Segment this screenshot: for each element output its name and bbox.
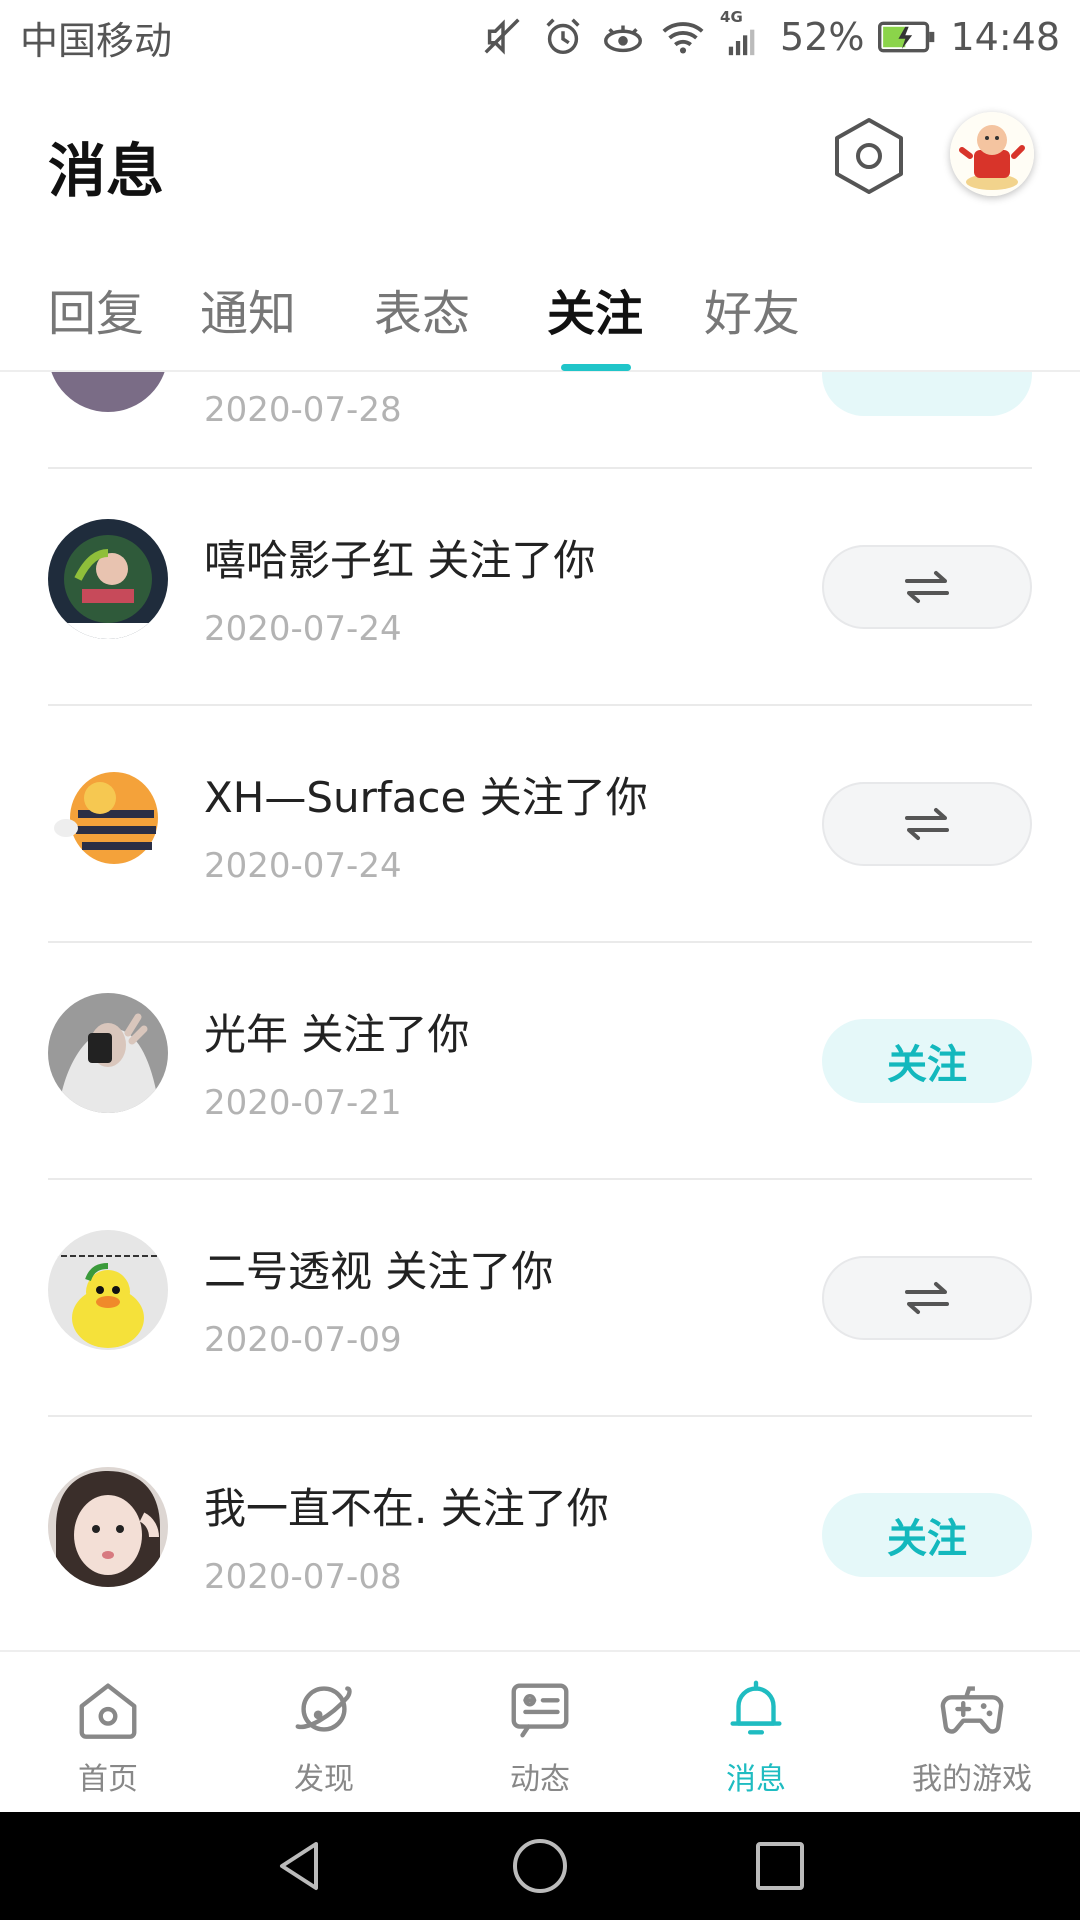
home-circle-icon[interactable] <box>508 1834 572 1898</box>
follow-list[interactable]: 2020-07-28 嘻哈影子红 关注了你 2020-07-24 XH—Surf… <box>0 372 1080 1650</box>
follow-button[interactable]: 关注 <box>822 1019 1032 1103</box>
tab-replies[interactable]: 回复 <box>48 274 144 344</box>
avatar[interactable] <box>48 372 168 412</box>
nav-messages[interactable]: 消息 <box>676 1674 836 1798</box>
item-date: 2020-07-09 <box>204 1320 402 1360</box>
list-item[interactable]: XH—Surface 关注了你 2020-07-24 <box>0 706 1080 943</box>
list-item-partial[interactable]: 2020-07-28 <box>0 372 1080 469</box>
avatar-image <box>950 112 1034 196</box>
tab-friends[interactable]: 好友 <box>704 274 800 344</box>
signal-icon <box>728 29 755 56</box>
list-item[interactable]: 我一直不在. 关注了你 2020-07-08 关注 <box>0 1417 1080 1650</box>
settings-hexagon-icon <box>835 118 903 194</box>
nav-discover[interactable]: 发现 <box>244 1674 404 1798</box>
nav-label: 消息 <box>726 1762 786 1797</box>
swap-arrows-icon <box>905 571 949 603</box>
chat-card-icon <box>511 1683 569 1738</box>
clock: 14:48 <box>950 15 1060 59</box>
follow-button[interactable] <box>822 372 1032 416</box>
item-name: 二号透视 关注了你 <box>204 1247 554 1296</box>
nav-home[interactable]: 首页 <box>28 1674 188 1798</box>
nav-label: 动态 <box>510 1762 570 1797</box>
battery-icon <box>878 21 935 53</box>
home-icon <box>79 1683 137 1739</box>
alarm-icon <box>546 18 580 55</box>
nav-label: 发现 <box>294 1762 354 1797</box>
list-item[interactable]: 光年 关注了你 2020-07-21 关注 <box>0 943 1080 1180</box>
active-tab-indicator <box>561 364 631 371</box>
nav-label: 我的游戏 <box>912 1762 1032 1797</box>
planet-icon <box>295 1686 352 1732</box>
swap-arrows-icon <box>905 1282 949 1314</box>
bottom-nav: 首页 发现 动态 消息 我的游戏 <box>0 1650 1080 1812</box>
avatar[interactable] <box>48 1230 168 1350</box>
recents-square-icon[interactable] <box>748 1834 812 1898</box>
status-bar: 中国移动 4G 52% 14:48 <box>0 0 1080 74</box>
tab-bar: 回复 通知 表态 关注 好友 <box>0 244 1080 372</box>
nav-label: 首页 <box>78 1762 138 1797</box>
item-name: XH—Surface 关注了你 <box>204 773 648 822</box>
wifi-icon <box>662 22 704 54</box>
list-item[interactable]: 二号透视 关注了你 2020-07-09 <box>0 1180 1080 1417</box>
bell-icon <box>730 1680 782 1735</box>
list-item[interactable]: 嘻哈影子红 关注了你 2020-07-24 <box>0 469 1080 706</box>
item-name: 光年 关注了你 <box>204 1010 470 1059</box>
swap-arrows-icon <box>905 808 949 840</box>
item-date: 2020-07-24 <box>204 609 402 649</box>
item-date: 2020-07-08 <box>204 1557 402 1597</box>
user-avatar[interactable] <box>950 112 1034 196</box>
avatar[interactable] <box>48 756 168 876</box>
settings-button[interactable] <box>832 116 906 196</box>
cell-signal: 4G <box>720 8 766 60</box>
tab-follows[interactable]: 关注 <box>547 274 643 344</box>
back-icon[interactable] <box>268 1834 332 1898</box>
carrier-label: 中国移动 <box>20 18 173 63</box>
mutual-follow-button[interactable] <box>822 782 1032 866</box>
nav-my-games[interactable]: 我的游戏 <box>892 1674 1052 1798</box>
mute-icon <box>484 18 520 55</box>
item-date: 2020-07-21 <box>204 1083 402 1123</box>
system-nav-bar <box>0 1812 1080 1920</box>
item-name: 嘻哈影子红 关注了你 <box>204 536 596 585</box>
item-name: 我一直不在. 关注了你 <box>204 1484 609 1533</box>
mutual-follow-button[interactable] <box>822 545 1032 629</box>
battery-percent: 52% <box>780 15 865 59</box>
avatar[interactable] <box>48 519 168 639</box>
header: 消息 <box>0 74 1080 244</box>
avatar[interactable] <box>48 993 168 1113</box>
follow-button[interactable]: 关注 <box>822 1493 1032 1577</box>
eye-icon <box>604 25 642 53</box>
page-title: 消息 <box>48 137 165 205</box>
item-date: 2020-07-24 <box>204 846 402 886</box>
item-date: 2020-07-28 <box>204 390 402 430</box>
nav-feed[interactable]: 动态 <box>460 1674 620 1798</box>
tab-notifications[interactable]: 通知 <box>200 274 296 344</box>
mutual-follow-button[interactable] <box>822 1256 1032 1340</box>
tab-reactions[interactable]: 表态 <box>374 274 470 344</box>
avatar[interactable] <box>48 1467 168 1587</box>
gamepad-icon <box>940 1686 1004 1734</box>
